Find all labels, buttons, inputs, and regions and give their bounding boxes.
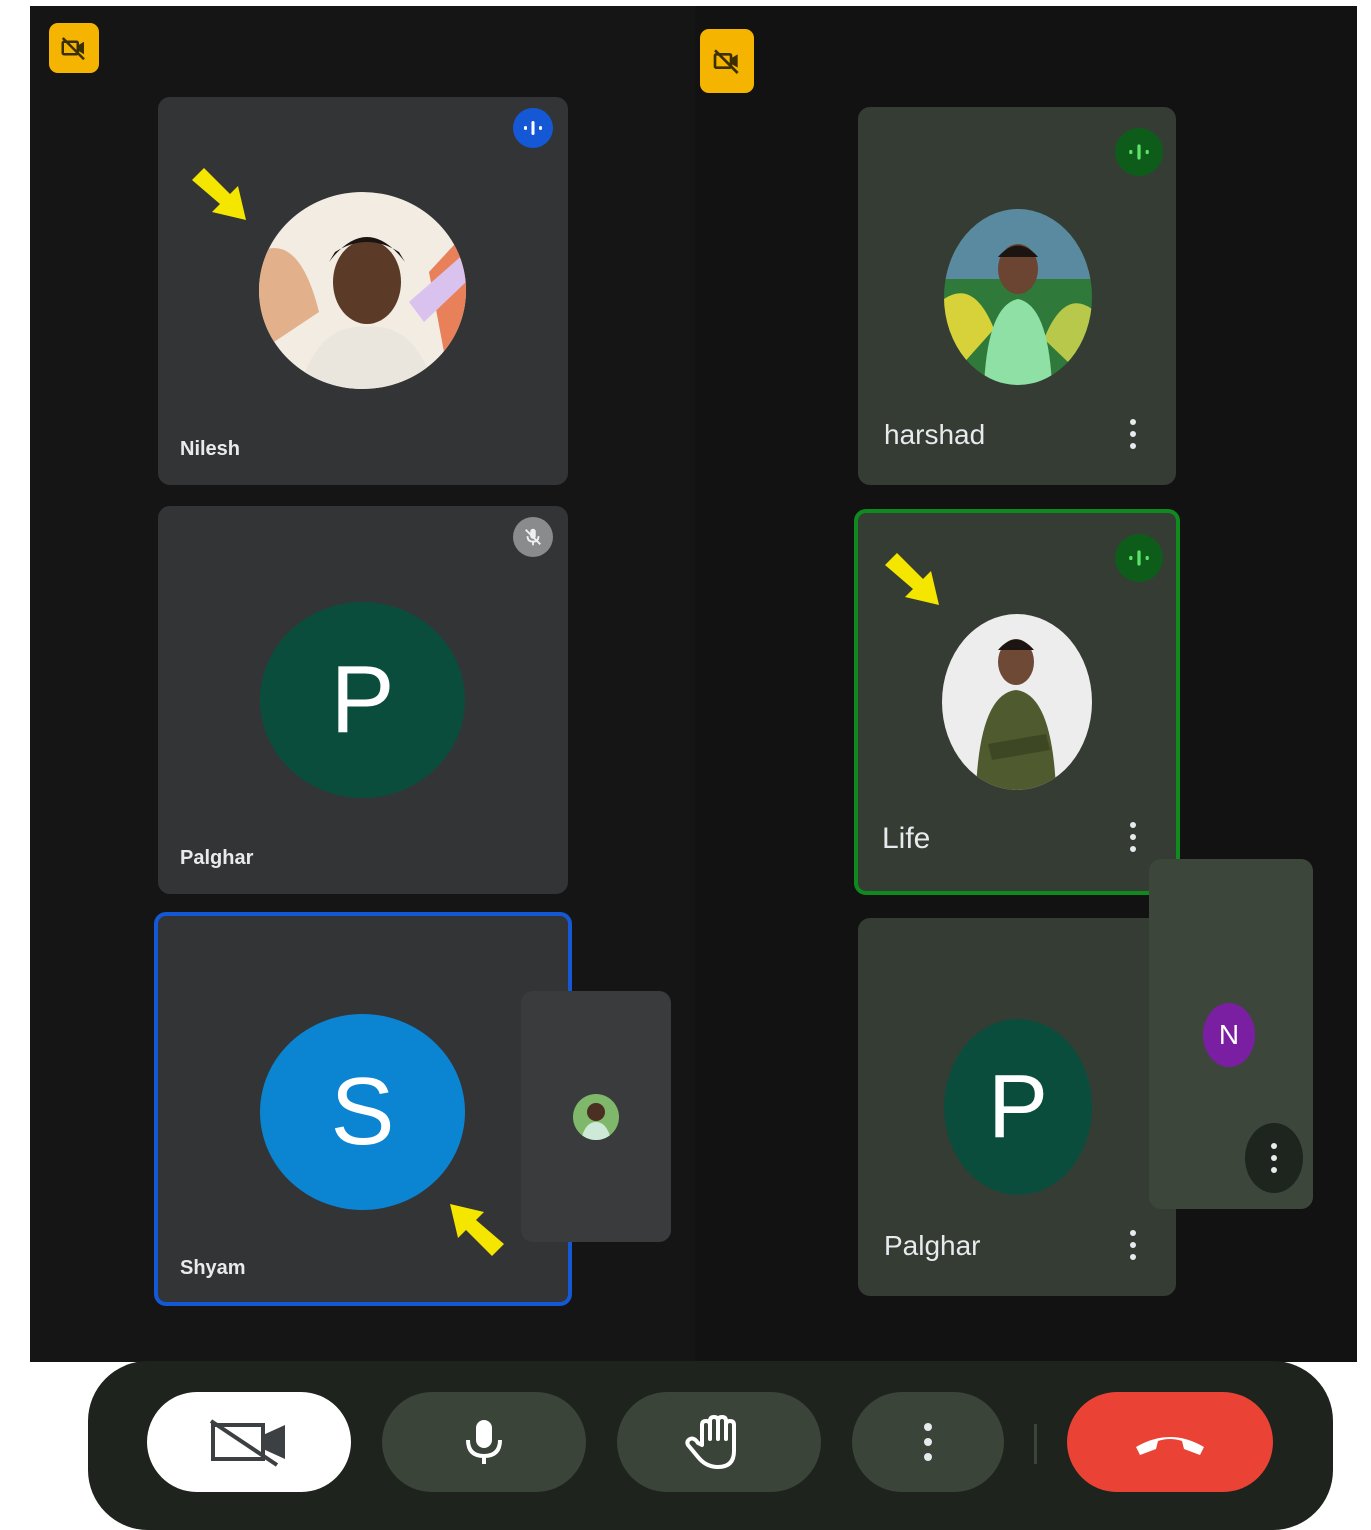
avatar: N <box>1203 1003 1255 1067</box>
more-options-button[interactable] <box>1245 1123 1303 1193</box>
avatar <box>573 1094 619 1140</box>
avatar: P <box>944 1019 1092 1195</box>
participant-tile[interactable]: Nilesh <box>158 97 568 485</box>
participant-name: Palghar <box>884 1230 981 1261</box>
participant-tile[interactable]: P Palghar <box>858 918 1176 1296</box>
microphone-button[interactable] <box>382 1392 586 1492</box>
more-vertical-icon <box>924 1423 932 1461</box>
meeting-view-right: harshad Life P Palghar N <box>695 6 1357 1362</box>
participant-name: Nilesh <box>180 438 241 460</box>
raise-hand-button[interactable] <box>617 1392 821 1492</box>
participant-tile-active-speaker[interactable]: S Shyam <box>154 912 572 1306</box>
avatar: S <box>260 1014 465 1210</box>
more-options-icon[interactable] <box>1130 1230 1136 1260</box>
speaking-indicator-icon <box>513 108 553 148</box>
participant-name: harshad <box>884 419 986 450</box>
avatar <box>259 192 466 389</box>
phone-hangup-icon <box>1136 1437 1204 1455</box>
annotation-arrow-icon <box>192 168 246 220</box>
screenshot: Nilesh P Palghar S Shyam harshad Life P … <box>30 6 1357 1530</box>
controls-divider <box>1034 1424 1037 1464</box>
participant-tile[interactable]: harshad <box>858 107 1176 485</box>
camera-off-icon <box>49 23 99 73</box>
hand-icon <box>685 1415 736 1469</box>
annotation-arrow-icon <box>885 553 939 605</box>
avatar <box>944 209 1092 385</box>
avatar: P <box>260 602 465 798</box>
more-options-button[interactable] <box>852 1392 1004 1492</box>
camera-off-icon <box>700 29 754 93</box>
camera-toggle-button[interactable] <box>147 1392 351 1492</box>
more-options-icon[interactable] <box>1130 419 1136 449</box>
microphone-icon <box>466 1420 502 1464</box>
avatar <box>942 614 1092 790</box>
participant-name: Life <box>882 822 931 855</box>
participant-name: Palghar <box>180 847 254 869</box>
annotation-arrow-icon <box>450 1204 504 1256</box>
more-options-icon[interactable] <box>1130 822 1136 852</box>
self-view-tile[interactable]: N <box>1149 859 1313 1209</box>
participant-tile[interactable]: P Palghar <box>158 506 568 894</box>
mic-muted-icon <box>513 517 553 557</box>
participant-name: Shyam <box>180 1257 246 1279</box>
speaking-indicator-icon <box>1115 534 1163 582</box>
video-off-icon <box>209 1419 285 1467</box>
end-call-button[interactable] <box>1067 1392 1273 1492</box>
self-view-tile[interactable] <box>521 991 671 1242</box>
more-vertical-icon <box>1271 1143 1277 1173</box>
meeting-view-left: Nilesh P Palghar S Shyam <box>30 6 695 1362</box>
speaking-indicator-icon <box>1115 128 1163 176</box>
